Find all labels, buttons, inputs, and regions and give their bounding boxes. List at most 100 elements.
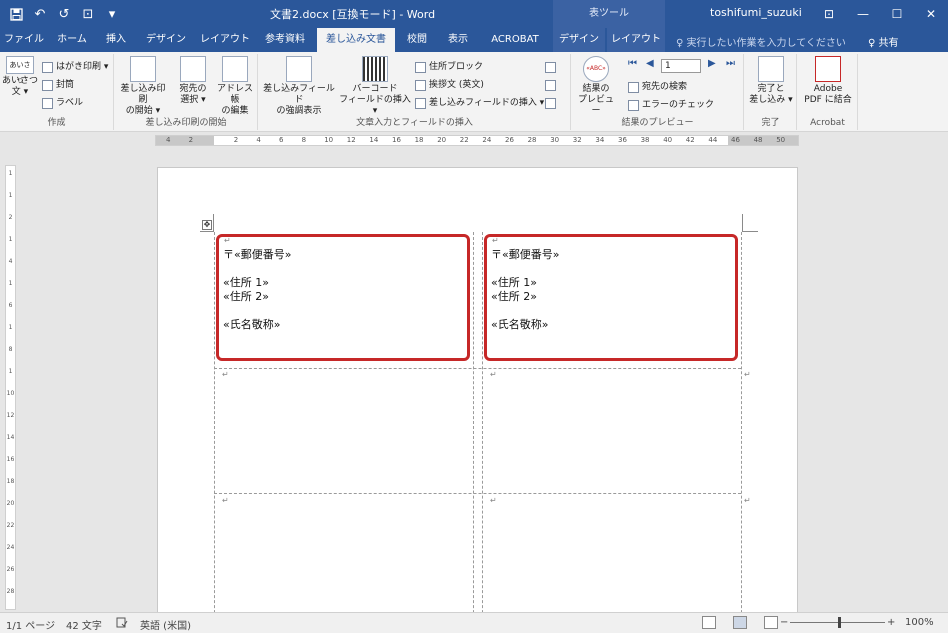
- horizontal-ruler-area: 4 2 2 4 6 8 10 12 14 16 18 20 22 24 26 28 30 32 34 36 38 40 42…: [0, 132, 948, 150]
- maximize-button[interactable]: ☐: [880, 0, 914, 28]
- zoom-out-button[interactable]: −: [780, 617, 788, 628]
- tab-table-layout[interactable]: レイアウト: [607, 28, 665, 52]
- zoom-level[interactable]: 100%: [905, 617, 934, 628]
- update-labels-button[interactable]: [545, 96, 556, 110]
- close-button[interactable]: ✕: [914, 0, 948, 28]
- update-labels-icon: [545, 97, 556, 109]
- ruler-tick: 8: [8, 346, 13, 353]
- start-merge-label-1: 差し込み印刷: [120, 84, 166, 105]
- highlight-frame-label-1: [216, 234, 470, 361]
- greeting-line-label: 挨拶文 (英文): [429, 80, 484, 90]
- address-block-button[interactable]: 住所ブロック: [415, 60, 483, 74]
- user-name[interactable]: toshifumi_suzuki: [710, 6, 802, 19]
- tab-mailings[interactable]: 差し込み文書: [317, 28, 395, 52]
- tab-home[interactable]: ホーム: [50, 28, 94, 52]
- page-count[interactable]: 1/1 ページ: [6, 617, 55, 632]
- highlight-label-1: 差し込みフィールド: [263, 84, 335, 105]
- vertical-ruler[interactable]: 1 1 2 1 4 1 6 1 8 1 10 12 14 16 18 20 22 24 26 28: [5, 165, 16, 610]
- zoom-in-button[interactable]: +: [887, 617, 895, 628]
- title-bar: ↶ ↺ ⊡ ▾ 文書2.docx [互換モード] - Word 表ツール tos…: [0, 0, 948, 28]
- tab-design[interactable]: デザイン: [138, 28, 194, 52]
- barcode-field-button[interactable]: バーコード フィールドの挿入 ▾: [339, 56, 411, 117]
- ruler-tick: 44: [708, 136, 718, 144]
- merge-to-pdf-button[interactable]: Adobe PDF に結合: [800, 56, 856, 106]
- postcard-print-button[interactable]: はがき印刷 ▾: [42, 60, 108, 74]
- greeting-button[interactable]: あいさつ あいさつ 文 ▾: [2, 56, 38, 98]
- end-of-row-mark: ↵: [744, 496, 751, 505]
- tab-acrobat[interactable]: ACROBAT: [480, 28, 550, 52]
- labels-label: ラベル: [56, 98, 84, 108]
- labels-button[interactable]: ラベル: [42, 96, 83, 110]
- minimize-button[interactable]: —: [846, 0, 880, 28]
- finish-label-2: 差し込み ▾: [749, 95, 793, 105]
- tab-file[interactable]: ファイル: [0, 28, 48, 52]
- highlight-fields-button[interactable]: 差し込みフィールド の強調表示: [261, 56, 337, 117]
- highlight-fields-icon: [286, 56, 312, 82]
- greeting-line-button[interactable]: 挨拶文 (英文): [415, 78, 484, 92]
- tab-table-design[interactable]: デザイン: [553, 28, 605, 52]
- document-page[interactable]: ↵ 〒«郵便番号» «住所 1» «住所 2» «氏名敬称» ↵ 〒«郵便番号»…: [157, 167, 798, 628]
- tab-review[interactable]: 校閲: [398, 28, 436, 52]
- save-icon[interactable]: [6, 4, 26, 24]
- find-recipient-button[interactable]: 宛先の検索: [628, 80, 687, 94]
- redo-icon[interactable]: ↺: [54, 4, 74, 24]
- preview-label-1: 結果の: [582, 84, 610, 94]
- group-preview-results: «ABC» 結果の プレビュー ⏮ ◀ 1 ▶ ⏭ 宛先の検索 エラーのチェック…: [572, 54, 744, 130]
- tab-layout[interactable]: レイアウト: [196, 28, 254, 52]
- previous-record-icon[interactable]: ◀: [646, 58, 654, 69]
- envelope-button[interactable]: 封筒: [42, 78, 74, 92]
- ruler-tick: 20: [6, 500, 15, 507]
- tab-insert[interactable]: 挿入: [96, 28, 136, 52]
- ruler-tick: 26: [505, 136, 514, 144]
- finish-merge-button[interactable]: 完了と 差し込み ▾: [747, 56, 795, 106]
- word-count[interactable]: 42 文字: [66, 617, 102, 632]
- match-fields-button[interactable]: [545, 78, 556, 92]
- ruler-tick: 50: [776, 136, 786, 144]
- group-finish: 完了と 差し込み ▾ 完了: [745, 54, 797, 130]
- rules-icon: [545, 61, 556, 73]
- end-of-cell-mark: ↵: [490, 370, 497, 379]
- read-mode-icon[interactable]: [702, 616, 716, 629]
- zoom-slider-thumb[interactable]: [838, 617, 841, 628]
- ribbon: あいさつ あいさつ 文 ▾ はがき印刷 ▾ 封筒 ラベル 作成 差し込み印刷 の…: [0, 52, 948, 132]
- document-icon: [130, 56, 156, 82]
- ruler-tick: 20: [437, 136, 447, 144]
- first-record-icon[interactable]: ⏮: [628, 58, 637, 69]
- end-of-row-mark: ↵: [744, 370, 751, 379]
- undo-icon[interactable]: ↶: [30, 4, 50, 24]
- language-indicator[interactable]: 英語 (米国): [140, 617, 191, 632]
- ruler-tick: 24: [6, 544, 15, 551]
- web-layout-icon[interactable]: [764, 616, 778, 629]
- check-errors-button[interactable]: エラーのチェック: [628, 98, 714, 112]
- table-move-handle[interactable]: ✥: [202, 220, 212, 230]
- customize-qat-icon[interactable]: ▾: [102, 4, 122, 24]
- record-number-input[interactable]: 1: [661, 59, 701, 73]
- tab-view[interactable]: 表示: [438, 28, 478, 52]
- next-record-icon[interactable]: ▶: [708, 58, 716, 69]
- ruler-tick: 1: [8, 170, 13, 177]
- last-record-icon[interactable]: ⏭: [726, 58, 735, 69]
- ribbon-display-options-icon[interactable]: ⊡: [812, 0, 846, 28]
- print-layout-icon[interactable]: [733, 616, 747, 629]
- horizontal-ruler[interactable]: 4 2 2 4 6 8 10 12 14 16 18 20 22 24 26 28 30 32 34 36 38 40 42…: [155, 135, 799, 146]
- ruler-tick: 36: [618, 136, 627, 144]
- ruler-tick: 30: [550, 136, 560, 144]
- pdf-label-1: Adobe: [813, 84, 843, 94]
- select-recipients-button[interactable]: 宛先の 選択 ▾: [173, 56, 213, 106]
- share-button[interactable]: ♀ 共有: [868, 34, 899, 49]
- ruler-tick: 22: [459, 136, 469, 144]
- start-merge-button[interactable]: 差し込み印刷 の開始 ▾: [117, 56, 169, 117]
- insert-merge-field-button[interactable]: 差し込みフィールドの挿入 ▾: [415, 96, 544, 110]
- end-of-cell-mark: ↵: [222, 496, 229, 505]
- proofing-icon[interactable]: [116, 617, 128, 631]
- edit-recipient-list-button[interactable]: アドレス帳 の編集: [213, 56, 257, 117]
- document-title: 文書2.docx [互換モード] - Word: [270, 8, 436, 21]
- tab-references[interactable]: 参考資料: [256, 28, 314, 52]
- tell-me-search[interactable]: ♀ 実行したい作業を入力してください: [676, 34, 846, 49]
- ruler-tick: 10: [6, 390, 15, 397]
- rules-button[interactable]: [545, 60, 556, 74]
- ruler-tick: 1: [8, 368, 13, 375]
- quick-access-toolbar: ↶ ↺ ⊡ ▾: [6, 4, 122, 24]
- preview-results-button[interactable]: «ABC» 結果の プレビュー: [574, 56, 618, 117]
- print-preview-icon[interactable]: ⊡: [78, 4, 98, 24]
